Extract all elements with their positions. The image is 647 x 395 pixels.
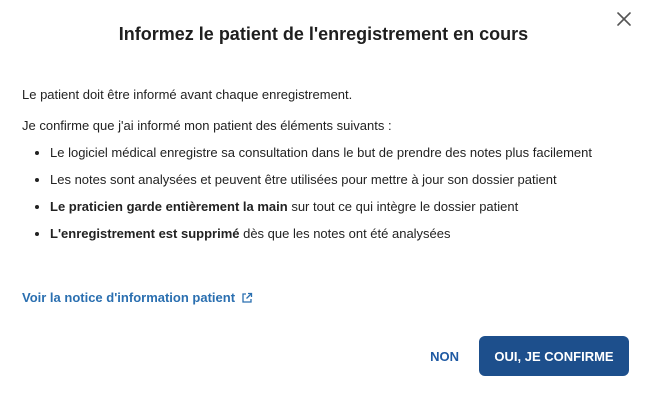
confirm-button[interactable]: OUI, JE CONFIRME	[479, 336, 629, 376]
bullet-text: dès que les notes ont été analysées	[239, 226, 451, 241]
intro-text: Le patient doit être informé avant chaqu…	[22, 87, 353, 102]
bullet-text: Le logiciel médical enregistre sa consul…	[50, 145, 592, 160]
bullet-bold-text: L'enregistrement est supprimé	[50, 226, 240, 241]
list-item: Le praticien garde entièrement la main s…	[50, 196, 627, 218]
patient-notice-link-label: Voir la notice d'information patient	[22, 290, 236, 305]
recording-consent-dialog: Informez le patient de l'enregistrement …	[0, 0, 647, 395]
dialog-body: Le patient doit être informé avant chaqu…	[22, 84, 627, 250]
non-button[interactable]: NON	[424, 341, 465, 372]
patient-notice-link[interactable]: Voir la notice d'information patient	[22, 290, 253, 305]
bullet-text: sur tout ce qui intègre le dossier patie…	[287, 199, 519, 214]
dialog-actions: NON OUI, JE CONFIRME	[424, 336, 629, 376]
bullet-text: Les notes sont analysées et peuvent être…	[50, 172, 557, 187]
list-item: L'enregistrement est supprimé dès que le…	[50, 223, 627, 245]
list-item: Les notes sont analysées et peuvent être…	[50, 169, 627, 191]
info-bullet-list: Le logiciel médical enregistre sa consul…	[22, 142, 627, 245]
confirm-text: Je confirme que j'ai informé mon patient…	[22, 118, 392, 133]
external-link-icon	[242, 292, 253, 303]
bullet-bold-text: Le praticien garde entièrement la main	[50, 199, 288, 214]
dialog-title: Informez le patient de l'enregistrement …	[118, 24, 529, 44]
list-item: Le logiciel médical enregistre sa consul…	[50, 142, 627, 164]
